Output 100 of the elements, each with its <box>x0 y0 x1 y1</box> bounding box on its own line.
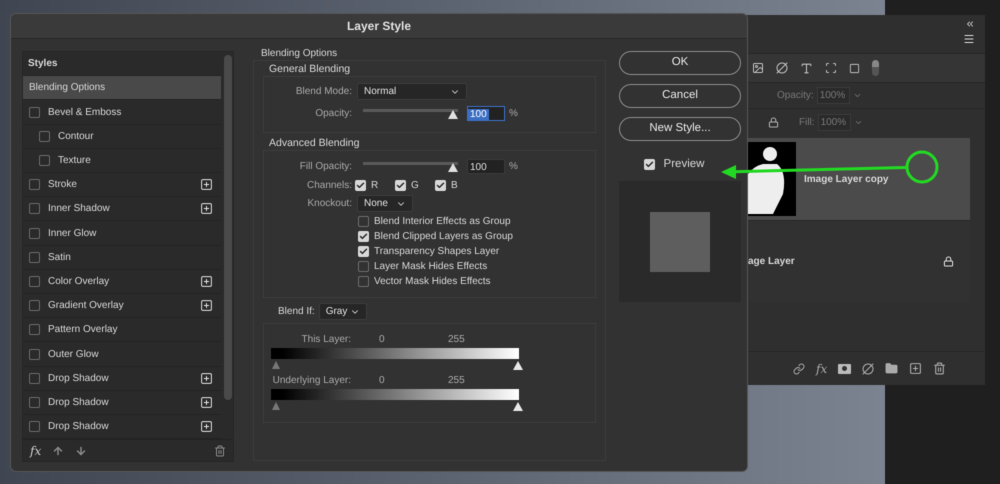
add-icon[interactable] <box>200 420 213 434</box>
checkbox[interactable] <box>29 228 40 239</box>
option-label: Blend Interior Effects as Group <box>374 215 511 229</box>
checkbox[interactable] <box>29 300 40 312</box>
checkbox[interactable] <box>29 348 40 360</box>
add-icon[interactable] <box>200 372 213 385</box>
checkbox[interactable] <box>39 154 50 166</box>
field-label: Opacity: <box>314 107 352 121</box>
section-title: Blending Options <box>261 47 338 60</box>
add-icon[interactable] <box>200 299 213 312</box>
style-list-item[interactable]: Texture <box>23 148 221 174</box>
checkbox[interactable] <box>39 130 50 142</box>
style-label: Drop Shadow <box>48 420 110 434</box>
range-handle[interactable] <box>272 402 280 410</box>
field-label: Channels: <box>306 178 352 192</box>
style-list-item[interactable]: Contour <box>23 124 221 149</box>
checkbox[interactable] <box>29 252 40 263</box>
slider-thumb[interactable] <box>448 110 458 118</box>
style-list-item[interactable]: Inner Glow <box>23 221 221 246</box>
number-input[interactable]: 100 <box>467 106 505 121</box>
dropdown[interactable]: None <box>357 195 413 212</box>
add-icon[interactable] <box>200 202 213 216</box>
transform-icon[interactable] <box>825 62 837 74</box>
style-label: Texture <box>58 154 92 168</box>
checkbox[interactable] <box>29 372 40 384</box>
style-list-item[interactable]: Bevel & Emboss <box>23 100 221 125</box>
style-list-item[interactable]: Drop Shadow <box>23 366 221 391</box>
image-icon[interactable] <box>752 62 764 74</box>
checkbox[interactable] <box>29 179 40 190</box>
checkbox[interactable] <box>29 421 40 432</box>
move-down-icon[interactable] <box>75 444 88 457</box>
field-label: Opacity: <box>777 89 814 103</box>
link-icon[interactable] <box>793 362 805 374</box>
style-label: Color Overlay <box>48 274 110 289</box>
add-icon[interactable] <box>200 274 213 288</box>
folder-icon[interactable] <box>885 362 898 375</box>
style-list-item[interactable]: Inner Shadow <box>23 197 221 222</box>
checkbox[interactable] <box>29 203 40 214</box>
style-list-item[interactable]: Color Overlay <box>23 270 221 294</box>
add-icon[interactable] <box>200 178 213 192</box>
style-label: Blending Options <box>29 81 106 96</box>
checkbox[interactable] <box>644 159 655 170</box>
dropdown[interactable]: Gray <box>318 303 367 320</box>
type-icon[interactable] <box>800 62 813 74</box>
field-label: Blend Mode: <box>294 85 352 99</box>
add-icon[interactable] <box>200 396 213 409</box>
trash-icon[interactable] <box>214 444 226 457</box>
menu-icon[interactable] <box>963 33 975 45</box>
scrollbar[interactable] <box>224 55 232 400</box>
slider-label: Underlying Layer: <box>272 374 351 388</box>
dialog-button[interactable]: Cancel <box>619 84 741 108</box>
mask-icon[interactable] <box>838 364 852 374</box>
style-list-item[interactable]: Gradient Overlay <box>23 294 221 318</box>
checkbox[interactable] <box>435 180 446 190</box>
trash-icon[interactable] <box>933 362 946 375</box>
slider-thumb[interactable] <box>448 162 458 172</box>
fx-button[interactable]: fx <box>30 442 42 460</box>
style-label: Inner Glow <box>48 226 98 241</box>
style-list-item[interactable]: Drop Shadow <box>23 415 221 440</box>
dropdown[interactable]: Normal <box>357 83 467 100</box>
fx-label[interactable]: fx <box>816 360 828 378</box>
style-list-item[interactable]: Stroke <box>23 173 221 198</box>
checkbox[interactable] <box>358 261 369 272</box>
checkbox[interactable] <box>29 396 40 408</box>
style-list-item[interactable]: Outer Glow <box>23 342 221 367</box>
checkbox[interactable] <box>395 180 406 190</box>
style-label: Drop Shadow <box>48 372 110 386</box>
preview-swatch <box>650 212 710 272</box>
checkbox[interactable] <box>355 180 366 190</box>
checkbox[interactable] <box>29 276 40 287</box>
channel-label: R <box>371 178 378 192</box>
checkbox[interactable] <box>29 106 40 118</box>
dialog-button[interactable]: New Style... <box>619 117 741 141</box>
checkbox[interactable] <box>29 324 40 336</box>
option-label: Layer Mask Hides Effects <box>374 260 488 274</box>
style-list-item[interactable]: Drop Shadow <box>23 390 221 416</box>
new-layer-icon[interactable] <box>909 362 922 375</box>
toggle-icon[interactable] <box>872 60 879 76</box>
style-label: Contour <box>58 130 95 144</box>
unit-label: % <box>509 107 518 121</box>
section-title: General Blending <box>269 63 352 76</box>
lock-icon[interactable] <box>768 116 779 128</box>
unit-label: % <box>509 160 518 174</box>
collapse-icon[interactable] <box>965 19 975 29</box>
style-label: Bevel & Emboss <box>48 106 122 120</box>
style-list-item[interactable]: Blending Options <box>23 76 221 100</box>
checkbox[interactable] <box>358 276 369 287</box>
number-input[interactable]: 100 <box>467 159 505 174</box>
style-label: Pattern Overlay <box>48 323 118 338</box>
checkbox[interactable] <box>358 246 369 257</box>
move-up-icon[interactable] <box>52 444 64 457</box>
dialog-button[interactable]: OK <box>619 51 741 75</box>
checkbox[interactable] <box>358 231 369 242</box>
style-list-item[interactable]: Satin <box>23 246 221 270</box>
dropdown-chevron-icon[interactable] <box>852 91 862 100</box>
style-list-item[interactable]: Pattern Overlay <box>23 318 221 342</box>
range-handle[interactable] <box>272 361 280 369</box>
style-label: Outer Glow <box>48 348 100 362</box>
style-label: Drop Shadow <box>48 396 110 410</box>
checkbox[interactable] <box>358 216 369 227</box>
